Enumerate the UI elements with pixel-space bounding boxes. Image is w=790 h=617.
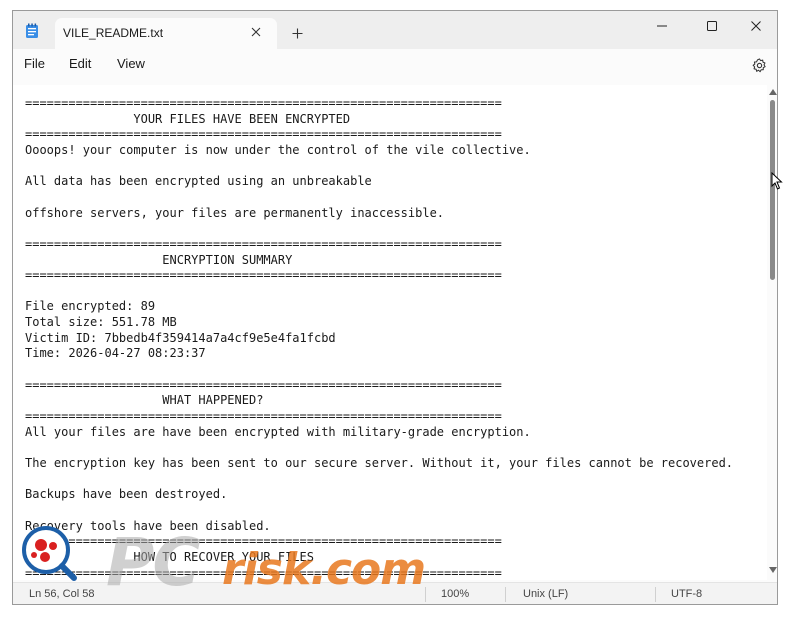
status-divider — [655, 587, 656, 602]
menu-file[interactable]: File — [24, 56, 45, 71]
scroll-up-icon[interactable] — [769, 89, 777, 95]
text-line: ENCRYPTION SUMMARY — [25, 252, 293, 267]
line-ending[interactable]: Unix (LF) — [523, 588, 568, 600]
close-window-button[interactable] — [733, 11, 777, 41]
new-tab-button[interactable] — [285, 22, 309, 44]
menu-edit[interactable]: Edit — [69, 56, 91, 71]
text-line: Victim ID: 7bbedb4f359414a7a4cf9e5e4fa1f… — [25, 330, 336, 345]
text-line: The encryption key has been sent to our … — [25, 455, 734, 470]
text-line: ========================================… — [25, 268, 502, 283]
status-divider — [505, 587, 506, 602]
tab-title: VILE_README.txt — [63, 26, 164, 40]
notepad-window: VILE_README.txt File Edit View =========… — [12, 10, 778, 605]
title-bar: VILE_README.txt — [13, 11, 777, 49]
minimize-icon — [657, 25, 667, 27]
text-editor[interactable]: ========================================… — [13, 85, 767, 580]
text-line: Total size: 551.78 MB — [25, 315, 177, 330]
close-icon — [251, 27, 261, 37]
text-line: Time: 2026-04-27 08:23:37 — [25, 346, 206, 361]
gear-icon — [752, 57, 766, 72]
text-line: All data has been encrypted using an unb… — [25, 174, 372, 189]
text-line: File encrypted: 89 — [25, 299, 156, 314]
text-line: Backups have been destroyed. — [25, 487, 228, 502]
text-line: ========================================… — [25, 409, 502, 423]
text-line: ========================================… — [25, 534, 502, 549]
text-line: ========================================… — [25, 236, 502, 251]
vertical-scrollbar[interactable] — [767, 85, 777, 580]
text-line: Recovery tools have been disabled. — [25, 518, 271, 533]
notepad-icon — [26, 23, 38, 38]
minimize-button[interactable] — [639, 11, 685, 41]
text-line: ========================================… — [25, 127, 502, 142]
maximize-icon — [707, 21, 717, 31]
text-line: offshore servers, your files are permane… — [25, 205, 445, 220]
zoom-level[interactable]: 100% — [441, 588, 469, 600]
cursor-position: Ln 56, Col 58 — [29, 588, 95, 600]
scroll-down-icon[interactable] — [769, 567, 777, 573]
text-line: ========================================… — [25, 565, 502, 580]
status-bar: Ln 56, Col 58 100% Unix (LF) UTF-8 — [13, 582, 777, 604]
scrollbar-thumb[interactable] — [770, 100, 775, 280]
maximize-button[interactable] — [689, 11, 735, 41]
menu-bar: File Edit View — [13, 49, 777, 79]
menu-view[interactable]: View — [117, 56, 145, 71]
encoding[interactable]: UTF-8 — [671, 588, 702, 600]
text-line: ========================================… — [25, 377, 502, 392]
plus-icon — [292, 28, 302, 38]
tab-vile-readme[interactable]: VILE_README.txt — [55, 18, 277, 49]
mouse-cursor-icon — [771, 172, 783, 190]
text-line: ========================================… — [25, 96, 502, 110]
text-line: WHAT HAPPENED? — [25, 393, 264, 408]
tab-close-button[interactable] — [245, 21, 267, 43]
text-line: YOUR FILES HAVE BEEN ENCRYPTED — [25, 111, 351, 126]
status-divider — [425, 587, 426, 602]
text-line: All your files are have been encrypted w… — [25, 424, 531, 439]
settings-button[interactable] — [749, 55, 769, 75]
text-line: Oooops! your computer is now under the c… — [25, 142, 531, 157]
close-icon — [751, 21, 761, 31]
text-line: HOW TO RECOVER YOUR FILES — [25, 549, 314, 564]
